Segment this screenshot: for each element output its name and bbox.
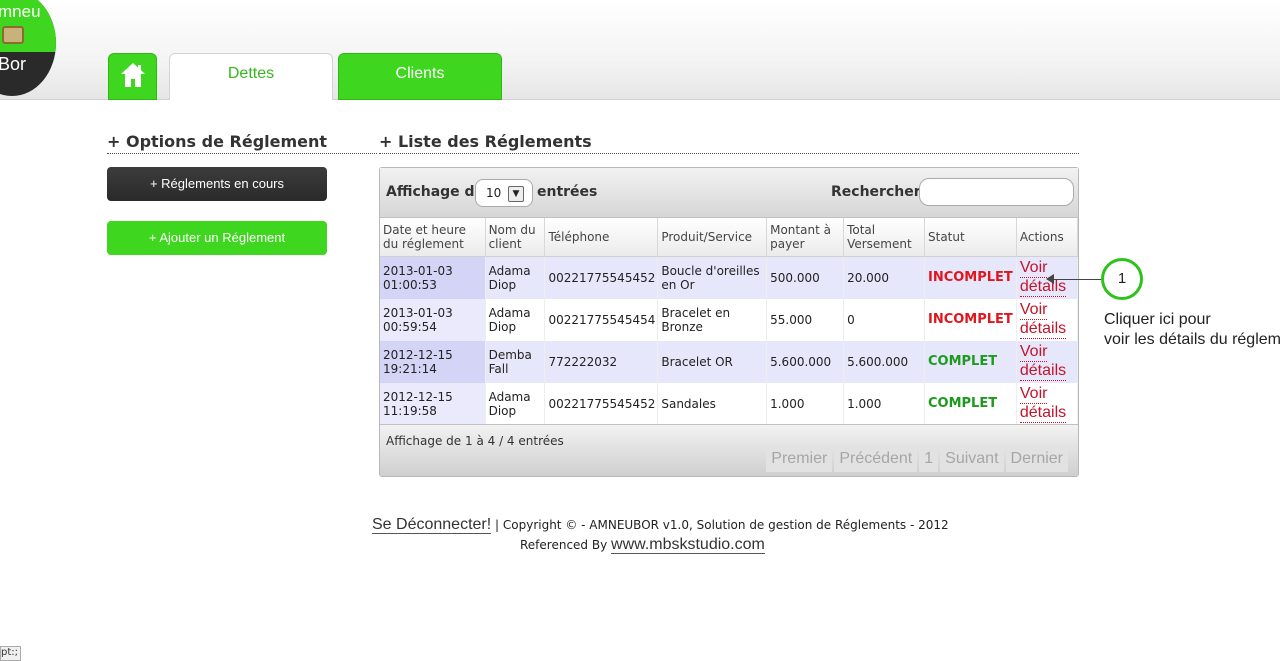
col-header-statut[interactable]: Statut	[924, 218, 1017, 257]
ajouter-reglement-button[interactable]: + Ajouter un Réglement	[107, 221, 327, 255]
callout-text: Cliquer ici pour voir les détails du rég…	[1104, 310, 1280, 350]
reglements-table: Date et heure du réglement Nom du client…	[380, 218, 1079, 425]
footer-line-1: Se Déconnecter! | Copyright © - AMNEUBOR…	[372, 516, 949, 534]
cell-telephone: 772222032	[544, 340, 659, 383]
search-input[interactable]	[919, 178, 1074, 206]
header: mneu Bor Dettes Clients	[0, 0, 1280, 100]
chevron-down-icon[interactable]: ▼	[508, 186, 524, 202]
pager-dernier-button[interactable]: Dernier	[1005, 448, 1068, 472]
cell-telephone: 00221775545452	[544, 256, 659, 299]
cell-versement: 20.000	[843, 256, 925, 299]
cell-actions: Voir détails	[1016, 340, 1079, 383]
referenced-by-text: Referenced By	[520, 538, 608, 552]
table-footer: Affichage de 1 à 4 / 4 entrées Premier P…	[380, 424, 1078, 476]
liste-title: + Liste des Réglements	[379, 132, 1079, 154]
pager-premier-button[interactable]: Premier	[766, 448, 833, 472]
status-badge: INCOMPLET	[924, 298, 1017, 341]
tab-home[interactable]	[108, 53, 157, 100]
entrees-label: entrées	[537, 184, 598, 200]
reglements-en-cours-button[interactable]: + Réglements en cours	[107, 167, 327, 201]
footer-line-2: Referenced By www.mbskstudio.com	[520, 536, 765, 554]
table-header-row: Date et heure du réglement Nom du client…	[380, 218, 1079, 257]
cell-date: 2012-12-15 11:19:58	[380, 382, 486, 425]
cell-date: 2013-01-03 01:00:53	[380, 256, 486, 299]
cell-montant: 1.000	[766, 382, 845, 425]
pager-page-1[interactable]: 1	[919, 448, 939, 472]
cell-versement: 5.600.000	[843, 340, 925, 383]
voir-details-link[interactable]: Voir détails	[1019, 342, 1075, 381]
table-row: 2013-01-03 01:00:53 Adama Diop 002217755…	[380, 256, 1079, 299]
voir-details-link[interactable]: Voir détails	[1019, 300, 1075, 339]
details-link-text: détails	[1019, 277, 1067, 297]
col-header-nom[interactable]: Nom du client	[485, 218, 546, 257]
cell-actions: Voir détails	[1016, 382, 1079, 425]
cell-produit: Bracelet OR	[657, 340, 768, 383]
cell-telephone: 00221775545454	[544, 298, 659, 341]
callout-text-line1: Cliquer ici pour	[1104, 311, 1211, 328]
pagination: Premier Précédent 1 Suivant Dernier	[764, 448, 1068, 472]
table-toolbar: Affichage de 10 ▼ entrées Rechercher:	[380, 168, 1078, 218]
affichage-label: Affichage de	[386, 184, 485, 200]
callout-number: 1	[1101, 258, 1143, 300]
copyright-text: | Copyright © - AMNEUBOR v1.0, Solution …	[495, 518, 949, 532]
rechercher-label: Rechercher:	[831, 184, 927, 200]
voir-link-text: Voir	[1019, 300, 1048, 320]
cell-montant: 500.000	[766, 256, 845, 299]
col-header-montant[interactable]: Montant à payer	[766, 218, 845, 257]
cell-date: 2013-01-03 00:59:54	[380, 298, 486, 341]
cell-nom: Adama Diop	[485, 382, 546, 425]
cell-versement: 0	[843, 298, 925, 341]
col-header-produit[interactable]: Produit/Service	[657, 218, 768, 257]
callout-text-line2: voir les détails du réglem	[1104, 331, 1280, 348]
status-badge: COMPLET	[924, 340, 1017, 383]
table-row: 2012-12-15 11:19:58 Adama Diop 002217755…	[380, 382, 1079, 425]
page-size-value: 10	[486, 186, 502, 200]
col-header-actions: Actions	[1016, 218, 1079, 257]
cell-montant: 5.600.000	[766, 340, 845, 383]
details-link-text: détails	[1019, 403, 1067, 423]
home-icon	[121, 63, 145, 87]
table-info: Affichage de 1 à 4 / 4 entrées	[386, 434, 564, 448]
tab-clients[interactable]: Clients	[338, 53, 502, 100]
voir-details-link[interactable]: Voir détails	[1019, 384, 1075, 423]
col-header-versement[interactable]: Total Versement	[843, 218, 925, 257]
status-badge: COMPLET	[924, 382, 1017, 425]
callout-line	[1052, 279, 1102, 280]
cell-telephone: 00221775545452	[544, 382, 659, 425]
details-link-text: détails	[1019, 319, 1067, 339]
tab-dettes[interactable]: Dettes	[169, 53, 333, 100]
table-row: 2012-12-15 19:21:14 Demba Fall 772222032…	[380, 340, 1079, 383]
pager-precedent-button[interactable]: Précédent	[834, 448, 918, 472]
cell-versement: 1.000	[843, 382, 925, 425]
cell-produit: Bracelet en Bronze	[657, 298, 768, 341]
voir-link-text: Voir	[1019, 258, 1048, 278]
col-header-date[interactable]: Date et heure du réglement	[380, 218, 486, 257]
cell-produit: Sandales	[657, 382, 768, 425]
cell-nom: Demba Fall	[485, 340, 546, 383]
cell-nom: Adama Diop	[485, 256, 546, 299]
cell-date: 2012-12-15 19:21:14	[380, 340, 486, 383]
voir-link-text: Voir	[1019, 342, 1048, 362]
cell-produit: Boucle d'oreilles en Or	[657, 256, 768, 299]
details-link-text: détails	[1019, 361, 1067, 381]
cell-actions: Voir détails	[1016, 298, 1079, 341]
voir-link-text: Voir	[1019, 384, 1048, 404]
logo-text-top: mneu	[0, 2, 41, 21]
col-header-telephone[interactable]: Téléphone	[544, 218, 659, 257]
status-bar-stub: pt:;	[0, 646, 21, 661]
page-size-select[interactable]: 10 ▼	[475, 179, 533, 207]
options-title: + Options de Réglement	[107, 132, 377, 154]
table-row: 2013-01-03 00:59:54 Adama Diop 002217755…	[380, 298, 1079, 341]
cell-montant: 55.000	[766, 298, 845, 341]
reglements-table-panel: Affichage de 10 ▼ entrées Rechercher: Da…	[379, 167, 1079, 477]
logo-text-bottom: Bor	[0, 54, 27, 74]
money-icon	[2, 26, 24, 44]
studio-link[interactable]: www.mbskstudio.com	[611, 536, 765, 554]
cell-nom: Adama Diop	[485, 298, 546, 341]
status-badge: INCOMPLET	[924, 256, 1017, 299]
app-logo[interactable]: mneu Bor	[0, 0, 56, 96]
logout-link[interactable]: Se Déconnecter!	[372, 516, 492, 534]
pager-suivant-button[interactable]: Suivant	[940, 448, 1004, 472]
